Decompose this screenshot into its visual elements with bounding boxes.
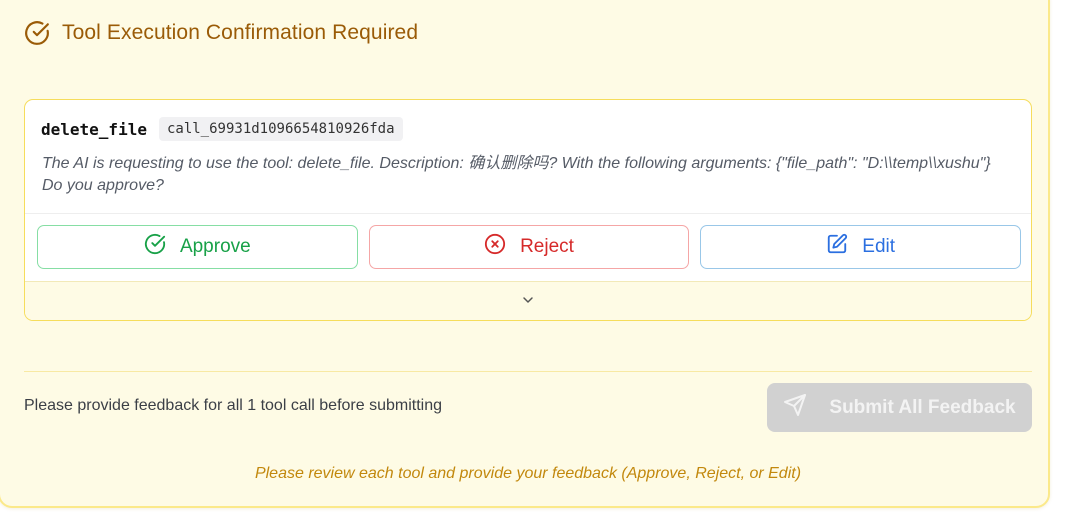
submit-label: Submit All Feedback <box>829 396 1016 418</box>
edit-icon <box>826 233 848 261</box>
feedback-status-text: Please provide feedback for all 1 tool c… <box>24 397 443 414</box>
reject-label: Reject <box>520 236 574 257</box>
edit-button[interactable]: Edit <box>700 225 1022 269</box>
edit-label: Edit <box>862 236 896 257</box>
approve-label: Approve <box>179 236 251 257</box>
tool-call-description: The AI is requesting to use the tool: de… <box>42 155 991 194</box>
check-circle-icon <box>144 233 166 261</box>
x-circle-icon <box>484 233 506 261</box>
panel-header: Tool Execution Confirmation Required <box>24 20 418 46</box>
tool-name: delete_file <box>41 119 147 139</box>
call-id-badge: call_69931d1096654810926fda <box>158 117 403 141</box>
send-icon <box>783 393 807 423</box>
reject-button[interactable]: Reject <box>368 225 690 269</box>
panel-title: Tool Execution Confirmation Required <box>62 21 419 44</box>
tool-call-card: delete_file call_69931d1096654810926fda … <box>24 99 1032 321</box>
card-divider <box>25 213 1031 214</box>
review-instructions: Please review each tool and provide your… <box>254 465 802 482</box>
action-buttons: Approve Reject Edit <box>37 225 1022 269</box>
approve-button[interactable]: Approve <box>37 225 358 269</box>
section-divider <box>24 371 1032 372</box>
submit-all-feedback-button[interactable]: Submit All Feedback <box>767 383 1032 432</box>
expand-details-toggle[interactable] <box>25 281 1031 320</box>
tool-call-header: delete_file call_69931d1096654810926fda <box>41 117 403 141</box>
chevron-down-icon <box>520 292 536 313</box>
check-circle-icon <box>24 20 50 46</box>
